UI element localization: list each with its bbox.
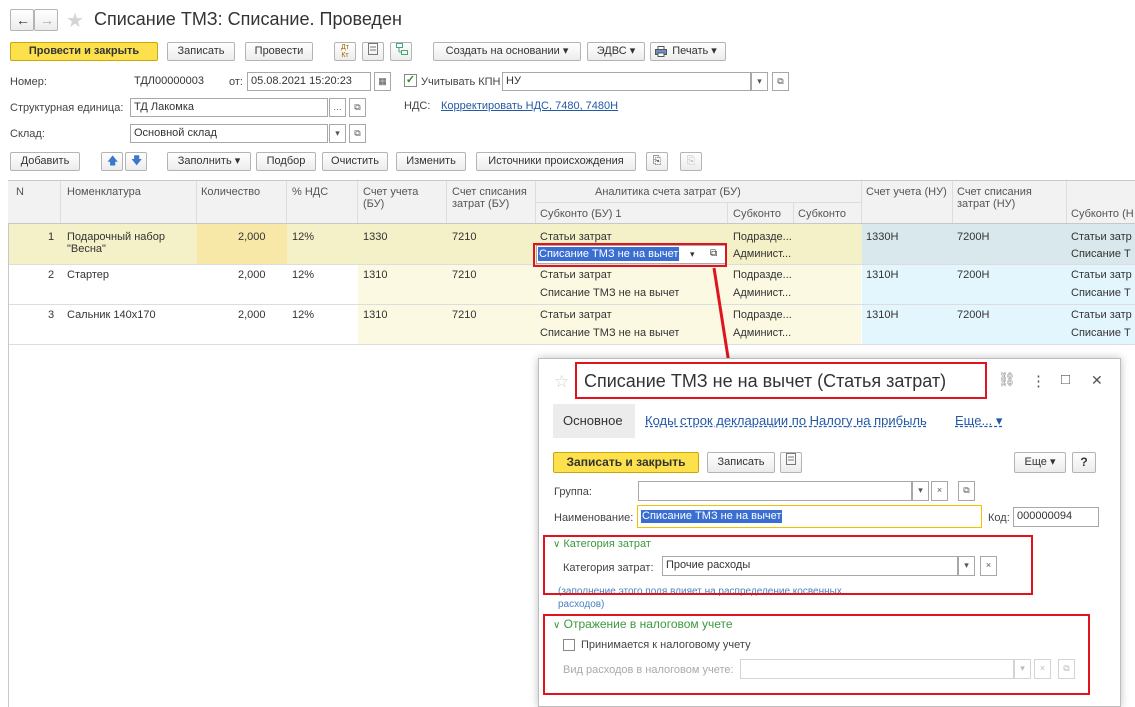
unit-label: Структурная единица:: [10, 102, 124, 114]
warehouse-field[interactable]: Основной склад: [130, 124, 328, 143]
printer-icon: [655, 46, 667, 57]
col-write-nu: Счет списания затрат (НУ): [957, 186, 1032, 210]
add-row-button[interactable]: Добавить: [10, 152, 80, 171]
paste-icon[interactable]: ⎘: [680, 152, 702, 171]
col-sub3: Субконто: [798, 208, 847, 220]
select-dots-icon[interactable]: …: [329, 98, 346, 117]
code-field[interactable]: 000000094: [1013, 507, 1099, 527]
save-button[interactable]: Записать: [167, 42, 235, 61]
change-button[interactable]: Изменить: [396, 152, 466, 171]
help-button[interactable]: ?: [1072, 452, 1096, 473]
highlight-box: [575, 362, 987, 399]
open-icon[interactable]: ⧉: [349, 98, 366, 117]
chevron-down-icon[interactable]: ▾: [329, 124, 346, 143]
open-icon[interactable]: ⧉: [958, 481, 975, 501]
tab-main[interactable]: Основное: [563, 413, 623, 428]
link-icon[interactable]: ⛓: [998, 371, 1016, 388]
sources-button[interactable]: Источники происхождения: [476, 152, 636, 171]
open-icon[interactable]: ⧉: [349, 124, 366, 143]
favorite-star-icon[interactable]: ★: [66, 8, 84, 33]
chevron-down-icon[interactable]: ▾: [912, 481, 929, 501]
kpn-label: Учитывать КПН: [421, 76, 501, 88]
save-button[interactable]: Записать: [707, 452, 775, 473]
col-n: N: [16, 186, 24, 198]
print-label: Печать ▾: [672, 45, 717, 57]
tab-tax-codes[interactable]: Коды строк декларации по Налогу на прибы…: [645, 413, 927, 428]
edvs-button[interactable]: ЭДВС ▾: [587, 42, 645, 61]
group-field[interactable]: [638, 481, 912, 501]
close-icon[interactable]: ✕: [1091, 372, 1103, 389]
kpn-checkbox[interactable]: ✓: [404, 74, 417, 87]
menu-icon[interactable]: ⋮: [1031, 372, 1046, 390]
page-title: Списание ТМЗ: Списание. Проведен: [94, 9, 402, 29]
clear-button[interactable]: Очистить: [322, 152, 388, 171]
calendar-icon[interactable]: ▦: [374, 72, 391, 91]
maximize-icon[interactable]: □: [1061, 371, 1070, 388]
forward-button[interactable]: →: [34, 9, 58, 31]
structure-icon[interactable]: [390, 42, 412, 61]
date-label: от:: [229, 76, 243, 88]
col-vat: % НДС: [292, 186, 329, 198]
print-button[interactable]: Печать ▾: [650, 42, 726, 61]
post-and-close-button[interactable]: Провести и закрыть: [10, 42, 158, 61]
col-qty: Количество: [201, 186, 261, 198]
list-icon[interactable]: [780, 452, 802, 473]
more-button[interactable]: Еще ▾: [1014, 452, 1066, 473]
back-button[interactable]: ←: [10, 9, 34, 31]
tab-more[interactable]: Еще... ▾: [955, 413, 1002, 429]
kpn-select[interactable]: НУ: [502, 72, 751, 91]
col-analytics: Аналитика счета затрат (БУ): [595, 186, 741, 198]
warehouse-label: Склад:: [10, 128, 45, 140]
arrow-down-icon[interactable]: 🡇: [125, 152, 147, 171]
date-field[interactable]: 05.08.2021 15:20:23: [247, 72, 371, 91]
cost-category-note-2: расходов): [558, 599, 605, 610]
favorite-star-icon[interactable]: ☆: [554, 372, 569, 392]
col-sub1: Субконто (БУ) 1: [540, 208, 622, 220]
col-sub-nu: Субконто (Н: [1071, 208, 1134, 220]
highlight-box: [543, 535, 1033, 595]
vat-correct-link[interactable]: Корректировать НДС, 7480, 7480Н: [441, 99, 618, 113]
open-icon[interactable]: ⧉: [772, 72, 789, 91]
col-write-bu: Счет списания затрат (БУ): [452, 186, 527, 210]
unit-field[interactable]: ТД Лакомка: [130, 98, 328, 117]
col-item: Номенклатура: [67, 186, 141, 198]
group-label: Группа:: [554, 486, 592, 498]
clear-icon[interactable]: ×: [931, 481, 948, 501]
col-sub2: Субконто: [733, 208, 782, 220]
vat-label: НДС:: [404, 100, 431, 112]
name-field[interactable]: Списание ТМЗ не на вычет: [637, 505, 982, 528]
post-button[interactable]: Провести: [245, 42, 313, 61]
col-acc-bu: Счет учета (БУ): [363, 186, 419, 210]
code-label: Код:: [988, 512, 1010, 524]
chevron-down-icon[interactable]: ▾: [751, 72, 768, 91]
highlight-box: [543, 614, 1090, 695]
copy-icon[interactable]: ⎘: [646, 152, 668, 171]
list-icon[interactable]: [362, 42, 384, 61]
number-field[interactable]: ТДЛ00000003: [130, 72, 223, 91]
highlight-box: [533, 243, 727, 267]
dt-kt-button[interactable]: Дт Кт: [334, 42, 356, 61]
save-and-close-button[interactable]: Записать и закрыть: [553, 452, 699, 473]
arrow-up-icon[interactable]: 🡅: [101, 152, 123, 171]
create-based-on-button[interactable]: Создать на основании ▾: [433, 42, 581, 61]
pick-button[interactable]: Подбор: [256, 152, 316, 171]
fill-button[interactable]: Заполнить ▾: [167, 152, 251, 171]
number-label: Номер:: [10, 76, 47, 88]
col-acc-nu: Счет учета (НУ): [866, 186, 947, 198]
name-label: Наименование:: [554, 512, 634, 524]
